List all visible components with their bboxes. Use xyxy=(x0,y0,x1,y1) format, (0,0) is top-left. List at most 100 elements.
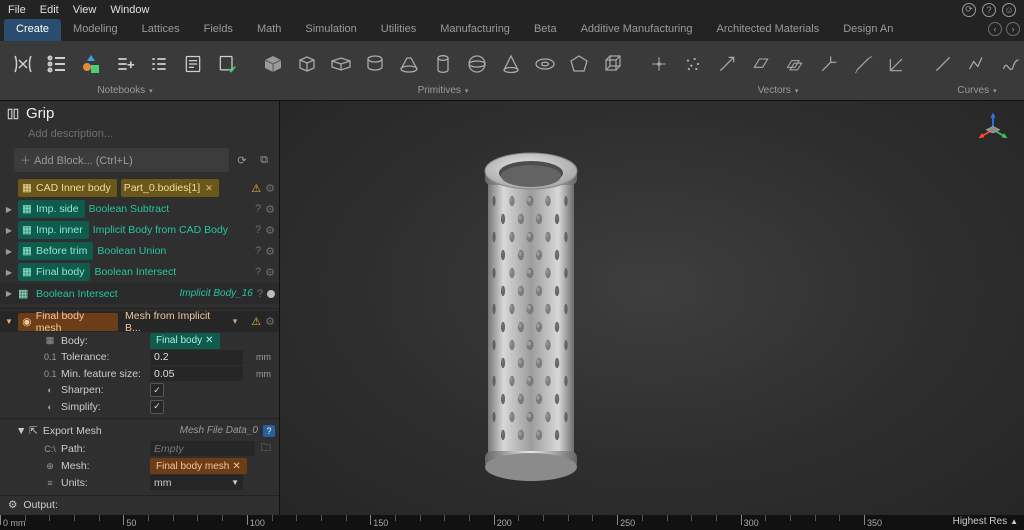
help-dot-icon[interactable]: ? xyxy=(255,224,261,236)
menu-edit[interactable]: Edit xyxy=(40,4,59,16)
expand-icon[interactable]: ▶ xyxy=(4,226,14,235)
ribbon-nav-right-icon[interactable]: › xyxy=(1006,22,1020,36)
tab-simulation[interactable]: Simulation xyxy=(293,19,368,41)
ruler[interactable]: 0 mm50100150200250300350 Highest Res▲ xyxy=(0,515,1024,530)
node-before-trim[interactable]: ▶ ▦Before trim Boolean Union ?⚙ xyxy=(0,241,279,261)
points-icon[interactable] xyxy=(680,51,706,77)
tab-manufacturing[interactable]: Manufacturing xyxy=(428,19,522,41)
ribbon-nav-left-icon[interactable]: ‹ xyxy=(988,22,1002,36)
node-value[interactable]: Implicit Body from CAD Body xyxy=(93,224,228,236)
min-feature-input[interactable]: 0.05 xyxy=(150,366,243,381)
node-boolean-intersect[interactable]: ▶ ▦ Boolean Intersect Implicit Body_16 ? xyxy=(0,283,279,303)
plane-stack-icon[interactable] xyxy=(782,51,808,77)
tab-fields[interactable]: Fields xyxy=(192,19,245,41)
viewport-3d[interactable]: {} xyxy=(280,101,1024,515)
tab-lattices[interactable]: Lattices xyxy=(130,19,192,41)
node-final-body[interactable]: ▶ ▦Final body Boolean Intersect ?⚙ xyxy=(0,262,279,282)
units-dropdown[interactable]: mm▼ xyxy=(150,475,243,490)
expand-icon[interactable]: ▶ xyxy=(4,268,14,277)
gear-icon[interactable]: ⚙ xyxy=(265,315,275,328)
shapes-stack-icon[interactable] xyxy=(78,51,104,77)
output-row[interactable]: ⚙ Output: xyxy=(0,495,279,515)
menu-view[interactable]: View xyxy=(73,4,97,16)
help-icon[interactable]: ? xyxy=(982,3,996,17)
prism-wide-icon[interactable] xyxy=(328,51,354,77)
collapse-icon[interactable]: ▼ xyxy=(4,317,14,326)
cylinder-short-icon[interactable] xyxy=(362,51,388,77)
axes-icon[interactable] xyxy=(816,51,842,77)
measure-icon[interactable] xyxy=(850,51,876,77)
node-imp-inner[interactable]: ▶ ▦Imp. inner Implicit Body from CAD Bod… xyxy=(0,220,279,240)
sharpen-checkbox[interactable]: ✓ xyxy=(150,383,164,397)
path-input[interactable]: Empty xyxy=(150,441,255,456)
box-icon[interactable] xyxy=(294,51,320,77)
cylinder-icon[interactable] xyxy=(430,51,456,77)
panel-description[interactable]: Add description... xyxy=(0,126,279,146)
menu-file[interactable]: File xyxy=(8,4,26,16)
user-icon[interactable]: ☺ xyxy=(1002,3,1016,17)
node-final-body-mesh[interactable]: ▼ ◉Final body mesh Mesh from Implicit B.… xyxy=(0,311,279,331)
sheet-icon[interactable] xyxy=(180,51,206,77)
group-label-vectors[interactable]: Vectors xyxy=(758,85,791,96)
browse-icon[interactable]: 🗀 xyxy=(261,440,272,458)
collapse-icon[interactable]: ▼ xyxy=(16,425,24,437)
expand-icon[interactable]: ▶ xyxy=(4,289,14,298)
group-label-notebooks[interactable]: Notebooks xyxy=(97,85,145,96)
node-value[interactable]: Boolean Subtract xyxy=(89,203,170,215)
help-dot-icon[interactable]: ? xyxy=(255,266,261,278)
group-label-primitives[interactable]: Primitives xyxy=(418,85,461,96)
axis-gizmo[interactable] xyxy=(976,111,1010,145)
node-imp-side[interactable]: ▶ ▦Imp. side Boolean Subtract ?⚙ xyxy=(0,199,279,219)
section-help-icon[interactable]: ? xyxy=(263,425,275,437)
node-value[interactable]: Boolean Intersect xyxy=(94,266,176,278)
cube-solid-icon[interactable] xyxy=(260,51,286,77)
gear-icon[interactable]: ⚙ xyxy=(265,203,275,216)
help-dot-icon[interactable]: ? xyxy=(255,203,261,215)
polygon-icon[interactable] xyxy=(566,51,592,77)
tab-design-an[interactable]: Design An xyxy=(831,19,905,41)
tab-create[interactable]: Create xyxy=(4,19,61,41)
wire-cube-icon[interactable] xyxy=(600,51,626,77)
expand-icon[interactable]: ▶ xyxy=(4,205,14,214)
gear-icon[interactable]: ⚙ xyxy=(265,224,275,237)
spline-icon[interactable] xyxy=(998,51,1024,77)
tolerance-input[interactable]: 0.2 xyxy=(150,350,243,365)
add-block-input[interactable]: ＋Add Block... (Ctrl+L) xyxy=(14,148,229,172)
node-value[interactable]: Boolean Union xyxy=(97,245,166,257)
origin-icon[interactable] xyxy=(646,51,672,77)
sync-icon[interactable]: ⟳ xyxy=(962,3,976,17)
menu-window[interactable]: Window xyxy=(110,4,149,16)
add-list-icon[interactable] xyxy=(112,51,138,77)
node-cad-inner-body[interactable]: ▦CAD Inner body Part_0.bodies[1]✕ ⚠⚙ xyxy=(0,178,279,198)
sheet-check-icon[interactable] xyxy=(214,51,240,77)
mesh-chip[interactable]: Final body mesh✕ xyxy=(150,458,247,474)
sphere-icon[interactable] xyxy=(464,51,490,77)
expand-icon[interactable]: ▶ xyxy=(4,247,14,256)
gear-icon[interactable]: ⚙ xyxy=(265,182,275,195)
plane-icon[interactable] xyxy=(748,51,774,77)
torus-icon[interactable] xyxy=(532,51,558,77)
simplify-checkbox[interactable]: ✓ xyxy=(150,400,164,414)
tab-additive[interactable]: Additive Manufacturing xyxy=(569,19,705,41)
variable-icon[interactable] xyxy=(10,51,36,77)
duplicate-icon[interactable]: ⧉ xyxy=(255,151,273,169)
line-icon[interactable] xyxy=(930,51,956,77)
angle-icon[interactable] xyxy=(884,51,910,77)
list-icon[interactable] xyxy=(44,51,70,77)
gear-icon[interactable]: ⚙ xyxy=(265,266,275,279)
section-export-mesh[interactable]: ▼ ⇱ Export Mesh Mesh File Data_0 ? xyxy=(0,422,279,440)
cone-icon[interactable] xyxy=(498,51,524,77)
tab-architected[interactable]: Architected Materials xyxy=(704,19,831,41)
visibility-dot-icon[interactable] xyxy=(267,290,275,298)
tab-math[interactable]: Math xyxy=(245,19,293,41)
resolution-dropdown[interactable]: Highest Res▲ xyxy=(953,516,1018,527)
gear-icon[interactable]: ⚙ xyxy=(265,245,275,258)
body-chip[interactable]: Final body✕ xyxy=(150,333,220,349)
polyline-icon[interactable] xyxy=(964,51,990,77)
tab-modeling[interactable]: Modeling xyxy=(61,19,130,41)
tab-beta[interactable]: Beta xyxy=(522,19,569,41)
group-label-curves[interactable]: Curves xyxy=(957,85,989,96)
refresh-icon[interactable]: ⟳ xyxy=(233,151,251,169)
help-dot-icon[interactable]: ? xyxy=(255,245,261,257)
arrow-icon[interactable] xyxy=(714,51,740,77)
